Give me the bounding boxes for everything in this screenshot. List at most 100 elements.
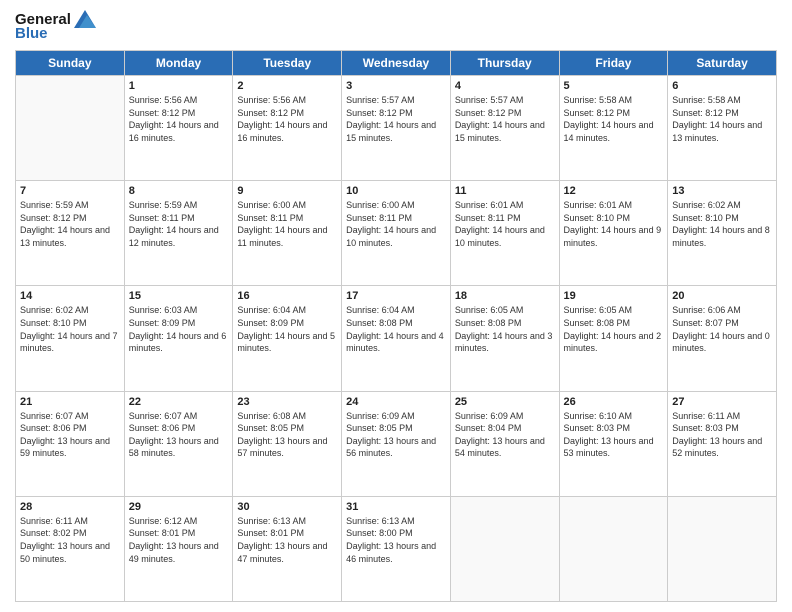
day-info: Sunrise: 6:10 AM Sunset: 8:03 PM Dayligh…: [564, 410, 664, 460]
weekday-header: Wednesday: [342, 51, 451, 76]
calendar-cell: 22 Sunrise: 6:07 AM Sunset: 8:06 PM Dayli…: [124, 391, 233, 496]
day-info: Sunrise: 6:11 AM Sunset: 8:02 PM Dayligh…: [20, 515, 120, 565]
day-info: Sunrise: 6:01 AM Sunset: 8:11 PM Dayligh…: [455, 199, 555, 249]
calendar-cell: 12 Sunrise: 6:01 AM Sunset: 8:10 PM Dayli…: [559, 181, 668, 286]
calendar-cell: 6 Sunrise: 5:58 AM Sunset: 8:12 PM Daylig…: [668, 76, 777, 181]
day-number: 20: [672, 290, 772, 302]
day-info: Sunrise: 5:57 AM Sunset: 8:12 PM Dayligh…: [346, 94, 446, 144]
day-info: Sunrise: 5:56 AM Sunset: 8:12 PM Dayligh…: [237, 94, 337, 144]
day-number: 17: [346, 290, 446, 302]
day-number: 12: [564, 185, 664, 197]
day-info: Sunrise: 6:09 AM Sunset: 8:05 PM Dayligh…: [346, 410, 446, 460]
day-info: Sunrise: 5:57 AM Sunset: 8:12 PM Dayligh…: [455, 94, 555, 144]
calendar-cell: [668, 496, 777, 601]
day-info: Sunrise: 6:04 AM Sunset: 8:08 PM Dayligh…: [346, 304, 446, 354]
calendar-cell: 16 Sunrise: 6:04 AM Sunset: 8:09 PM Dayli…: [233, 286, 342, 391]
calendar-table: SundayMondayTuesdayWednesdayThursdayFrid…: [15, 50, 777, 602]
calendar-cell: 19 Sunrise: 6:05 AM Sunset: 8:08 PM Dayli…: [559, 286, 668, 391]
weekday-header: Monday: [124, 51, 233, 76]
day-info: Sunrise: 6:00 AM Sunset: 8:11 PM Dayligh…: [237, 199, 337, 249]
day-number: 2: [237, 80, 337, 92]
calendar-cell: 1Sunrise: 5:56 AM Sunset: 8:12 PM Daylig…: [124, 76, 233, 181]
logo-icon: [74, 10, 96, 28]
day-info: Sunrise: 6:11 AM Sunset: 8:03 PM Dayligh…: [672, 410, 772, 460]
day-number: 14: [20, 290, 120, 302]
day-info: Sunrise: 6:07 AM Sunset: 8:06 PM Dayligh…: [20, 410, 120, 460]
calendar-cell: 18 Sunrise: 6:05 AM Sunset: 8:08 PM Dayli…: [450, 286, 559, 391]
calendar-cell: 21 Sunrise: 6:07 AM Sunset: 8:06 PM Dayli…: [16, 391, 125, 496]
calendar-cell: 4 Sunrise: 5:57 AM Sunset: 8:12 PM Daylig…: [450, 76, 559, 181]
weekday-header: Tuesday: [233, 51, 342, 76]
day-info: Sunrise: 5:59 AM Sunset: 8:11 PM Dayligh…: [129, 199, 229, 249]
day-info: Sunrise: 6:08 AM Sunset: 8:05 PM Dayligh…: [237, 410, 337, 460]
calendar-cell: 28 Sunrise: 6:11 AM Sunset: 8:02 PM Dayli…: [16, 496, 125, 601]
day-number: 29: [129, 501, 229, 513]
calendar-cell: 9 Sunrise: 6:00 AM Sunset: 8:11 PM Daylig…: [233, 181, 342, 286]
calendar-cell: 14 Sunrise: 6:02 AM Sunset: 8:10 PM Dayli…: [16, 286, 125, 391]
day-info: Sunrise: 6:00 AM Sunset: 8:11 PM Dayligh…: [346, 199, 446, 249]
day-number: 18: [455, 290, 555, 302]
day-info: Sunrise: 6:02 AM Sunset: 8:10 PM Dayligh…: [20, 304, 120, 354]
day-number: 21: [20, 396, 120, 408]
calendar-cell: 26 Sunrise: 6:10 AM Sunset: 8:03 PM Dayli…: [559, 391, 668, 496]
calendar-cell: 20 Sunrise: 6:06 AM Sunset: 8:07 PM Dayli…: [668, 286, 777, 391]
day-info: Sunrise: 6:02 AM Sunset: 8:10 PM Dayligh…: [672, 199, 772, 249]
day-number: 3: [346, 80, 446, 92]
day-number: 9: [237, 185, 337, 197]
calendar-cell: 15 Sunrise: 6:03 AM Sunset: 8:09 PM Dayli…: [124, 286, 233, 391]
calendar-cell: 11 Sunrise: 6:01 AM Sunset: 8:11 PM Dayli…: [450, 181, 559, 286]
day-number: 27: [672, 396, 772, 408]
calendar-cell: 30Sunrise: 6:13 AM Sunset: 8:01 PM Dayli…: [233, 496, 342, 601]
calendar-cell: [559, 496, 668, 601]
calendar-cell: 2 Sunrise: 5:56 AM Sunset: 8:12 PM Daylig…: [233, 76, 342, 181]
day-info: Sunrise: 6:07 AM Sunset: 8:06 PM Dayligh…: [129, 410, 229, 460]
day-number: 11: [455, 185, 555, 197]
day-number: 15: [129, 290, 229, 302]
day-number: 6: [672, 80, 772, 92]
calendar-cell: 31 Sunrise: 6:13 AM Sunset: 8:00 PM Dayli…: [342, 496, 451, 601]
day-info: Sunrise: 6:09 AM Sunset: 8:04 PM Dayligh…: [455, 410, 555, 460]
day-info: Sunrise: 6:13 AM Sunset: 8:00 PM Dayligh…: [346, 515, 446, 565]
day-info: Sunrise: 6:01 AM Sunset: 8:10 PM Dayligh…: [564, 199, 664, 249]
page: General Blue SundayMondayTuesdayWednesda…: [0, 0, 792, 612]
day-number: 31: [346, 501, 446, 513]
day-number: 19: [564, 290, 664, 302]
weekday-header: Thursday: [450, 51, 559, 76]
logo-blue: Blue: [15, 25, 48, 42]
calendar-cell: 7 Sunrise: 5:59 AM Sunset: 8:12 PM Daylig…: [16, 181, 125, 286]
day-number: 5: [564, 80, 664, 92]
day-number: 28: [20, 501, 120, 513]
day-number: 30: [237, 501, 337, 513]
day-number: 13: [672, 185, 772, 197]
calendar-cell: 5 Sunrise: 5:58 AM Sunset: 8:12 PM Daylig…: [559, 76, 668, 181]
day-number: 7: [20, 185, 120, 197]
calendar-cell: 25Sunrise: 6:09 AM Sunset: 8:04 PM Dayli…: [450, 391, 559, 496]
calendar-cell: 17 Sunrise: 6:04 AM Sunset: 8:08 PM Dayli…: [342, 286, 451, 391]
day-number: 23: [237, 396, 337, 408]
day-number: 26: [564, 396, 664, 408]
day-number: 8: [129, 185, 229, 197]
day-info: Sunrise: 6:04 AM Sunset: 8:09 PM Dayligh…: [237, 304, 337, 354]
day-info: Sunrise: 6:03 AM Sunset: 8:09 PM Dayligh…: [129, 304, 229, 354]
calendar-cell: 3 Sunrise: 5:57 AM Sunset: 8:12 PM Daylig…: [342, 76, 451, 181]
day-info: Sunrise: 6:05 AM Sunset: 8:08 PM Dayligh…: [564, 304, 664, 354]
day-number: 16: [237, 290, 337, 302]
calendar-cell: 8 Sunrise: 5:59 AM Sunset: 8:11 PM Daylig…: [124, 181, 233, 286]
calendar-cell: [450, 496, 559, 601]
calendar-cell: 29Sunrise: 6:12 AM Sunset: 8:01 PM Dayli…: [124, 496, 233, 601]
day-number: 10: [346, 185, 446, 197]
weekday-header: Sunday: [16, 51, 125, 76]
day-info: Sunrise: 5:58 AM Sunset: 8:12 PM Dayligh…: [672, 94, 772, 144]
header: General Blue: [15, 10, 777, 42]
day-info: Sunrise: 6:05 AM Sunset: 8:08 PM Dayligh…: [455, 304, 555, 354]
day-number: 22: [129, 396, 229, 408]
day-info: Sunrise: 5:59 AM Sunset: 8:12 PM Dayligh…: [20, 199, 120, 249]
calendar-cell: 23 Sunrise: 6:08 AM Sunset: 8:05 PM Dayli…: [233, 391, 342, 496]
day-number: 4: [455, 80, 555, 92]
calendar-cell: 24Sunrise: 6:09 AM Sunset: 8:05 PM Dayli…: [342, 391, 451, 496]
day-info: Sunrise: 5:58 AM Sunset: 8:12 PM Dayligh…: [564, 94, 664, 144]
day-info: Sunrise: 6:06 AM Sunset: 8:07 PM Dayligh…: [672, 304, 772, 354]
weekday-header: Friday: [559, 51, 668, 76]
calendar-cell: 27 Sunrise: 6:11 AM Sunset: 8:03 PM Dayli…: [668, 391, 777, 496]
day-info: Sunrise: 5:56 AM Sunset: 8:12 PM Dayligh…: [129, 94, 229, 144]
